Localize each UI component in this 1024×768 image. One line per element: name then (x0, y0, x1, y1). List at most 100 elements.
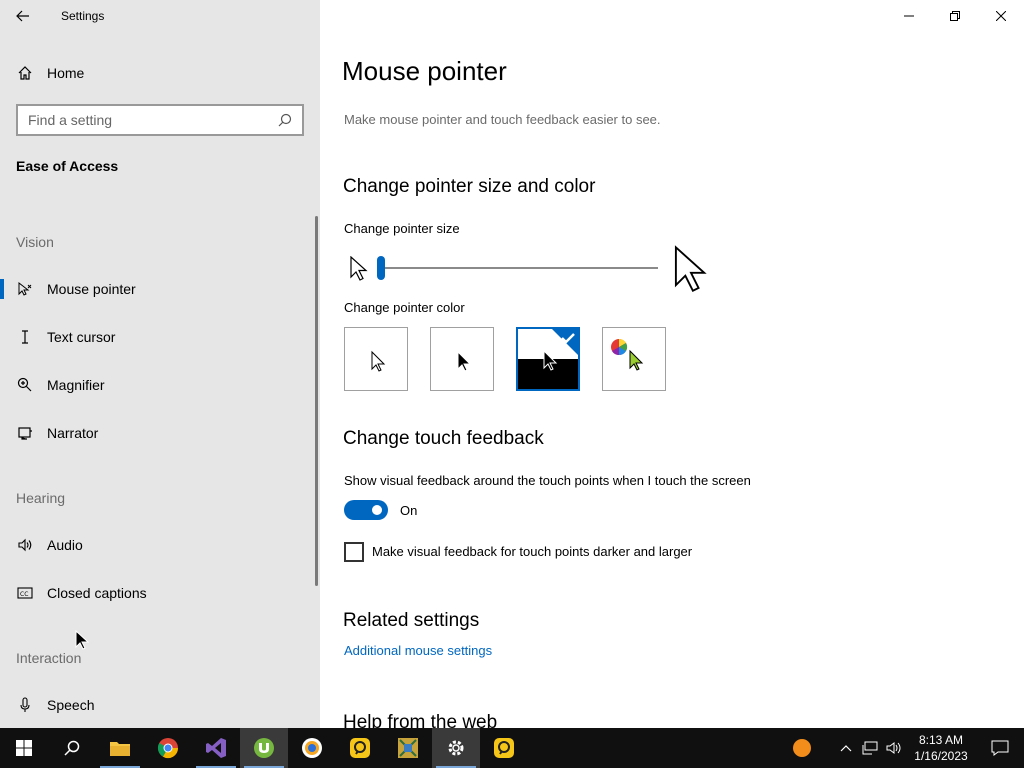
titlebar: Settings (0, 0, 320, 32)
svg-text:CC: CC (20, 591, 28, 598)
taskbar-chrome[interactable] (144, 728, 192, 768)
visual-studio-icon (206, 738, 226, 758)
sidebar-item-text-cursor[interactable]: Text cursor (0, 317, 316, 357)
sidebar-item-label: Closed captions (47, 585, 147, 601)
taskbar-utorrent[interactable] (240, 728, 288, 768)
minimize-icon (904, 15, 914, 17)
windows-logo-icon (16, 740, 32, 756)
black-pointer-icon (457, 350, 472, 372)
sidebar-item-narrator[interactable]: Narrator (0, 413, 316, 453)
volume-button[interactable] (882, 741, 906, 755)
yellow-app-icon (350, 738, 370, 758)
folder-icon (110, 742, 130, 756)
search-icon (64, 740, 80, 756)
page-description: Make mouse pointer and touch feedback ea… (344, 112, 661, 127)
white-pointer-icon (371, 350, 386, 372)
toggle-knob (372, 505, 382, 515)
pointer-size-label: Change pointer size (344, 221, 460, 236)
start-button[interactable] (0, 728, 48, 768)
pointer-color-options (344, 327, 666, 391)
sidebar-item-label: Mouse pointer (47, 281, 136, 297)
network-icon (862, 741, 878, 755)
system-tray: 8:13 AM 1/16/2023 (784, 728, 1024, 768)
custom-color-pointer-icon (611, 338, 644, 371)
taskbar-file-explorer[interactable] (96, 728, 144, 768)
minimize-button[interactable] (886, 0, 932, 32)
app-title: Settings (61, 9, 105, 23)
main-content: Mouse pointer Make mouse pointer and tou… (320, 0, 1024, 728)
mouse-cursor-icon (75, 630, 89, 650)
pointer-size-slider[interactable] (344, 244, 724, 294)
sidebar-item-speech[interactable]: Speech (0, 685, 316, 725)
pointer-section-heading: Change pointer size and color (343, 176, 596, 197)
slider-thumb[interactable] (377, 256, 385, 280)
notification-icon (991, 740, 1009, 756)
sidebar-item-closed-captions[interactable]: CC Closed captions (0, 573, 316, 613)
network-button[interactable] (858, 741, 882, 755)
sidebar-item-label: Text cursor (47, 329, 116, 345)
microphone-icon (0, 697, 47, 713)
slider-track[interactable] (380, 267, 658, 269)
inverted-pointer-icon (518, 329, 578, 389)
checkbox-label: Make visual feedback for touch points da… (372, 544, 693, 559)
taskbar-browser[interactable] (288, 728, 336, 768)
sidebar-item-home[interactable]: Home (0, 56, 320, 90)
color-option-black[interactable] (430, 327, 494, 391)
close-button[interactable] (978, 0, 1024, 32)
orange-circle-icon (793, 739, 811, 757)
large-pointer-icon (674, 245, 707, 293)
search-box[interactable] (16, 104, 304, 136)
touch-section-heading: Change touch feedback (343, 428, 544, 449)
sidebar-item-magnifier[interactable]: Magnifier (0, 365, 316, 405)
darker-feedback-checkbox[interactable] (344, 542, 364, 562)
color-option-custom[interactable] (602, 327, 666, 391)
clock-date: 1/16/2023 (914, 749, 968, 763)
group-label-vision: Vision (16, 234, 54, 250)
window-controls (886, 0, 1024, 32)
taskbar-visual-studio[interactable] (192, 728, 240, 768)
home-icon (0, 65, 47, 81)
restore-icon (950, 11, 960, 21)
taskbar-app-yellow-2[interactable] (480, 728, 528, 768)
close-icon (996, 11, 1006, 21)
action-center-button[interactable] (976, 740, 1024, 756)
sidebar-item-label: Speech (47, 697, 95, 713)
audio-icon (0, 537, 47, 553)
browser-icon (302, 738, 322, 758)
clock[interactable]: 8:13 AM 1/16/2023 (906, 732, 976, 764)
color-option-white[interactable] (344, 327, 408, 391)
sidebar-item-audio[interactable]: Audio (0, 525, 316, 565)
tray-app-orange[interactable] (784, 739, 820, 757)
sidebar-item-label: Audio (47, 537, 83, 553)
home-label: Home (47, 65, 85, 81)
chevron-up-icon (840, 745, 852, 752)
narrator-icon (0, 425, 47, 441)
taskbar-search-button[interactable] (48, 728, 96, 768)
taskbar-game-app[interactable] (384, 728, 432, 768)
sidebar-scrollbar[interactable] (315, 216, 318, 586)
clock-time: 8:13 AM (918, 733, 964, 747)
magnifier-icon (0, 377, 47, 393)
sidebar-item-mouse-pointer[interactable]: Mouse pointer (0, 269, 316, 309)
search-icon (278, 113, 292, 127)
back-button[interactable] (0, 0, 46, 32)
help-section-heading: Help from the web (343, 712, 498, 728)
additional-mouse-settings-link[interactable]: Additional mouse settings (344, 643, 492, 658)
taskbar-settings[interactable] (432, 728, 480, 768)
restore-button[interactable] (932, 0, 978, 32)
chrome-icon (157, 738, 179, 759)
taskbar-app-yellow[interactable] (336, 728, 384, 768)
related-settings-heading: Related settings (343, 610, 480, 631)
gear-icon (448, 740, 464, 756)
color-option-inverted[interactable] (516, 327, 580, 391)
search-input[interactable] (28, 112, 258, 128)
sidebar: Settings Home Ease of Access Vision Mous… (0, 0, 320, 728)
group-label-interaction: Interaction (16, 650, 82, 666)
taskbar: 8:13 AM 1/16/2023 (0, 728, 1024, 768)
show-hidden-icons-button[interactable] (834, 744, 858, 752)
section-title: Ease of Access (16, 158, 119, 174)
back-arrow-icon (16, 10, 29, 22)
toggle-state-label: On (400, 503, 418, 518)
touch-feedback-toggle[interactable] (344, 500, 388, 520)
mouse-pointer-icon (0, 281, 47, 297)
